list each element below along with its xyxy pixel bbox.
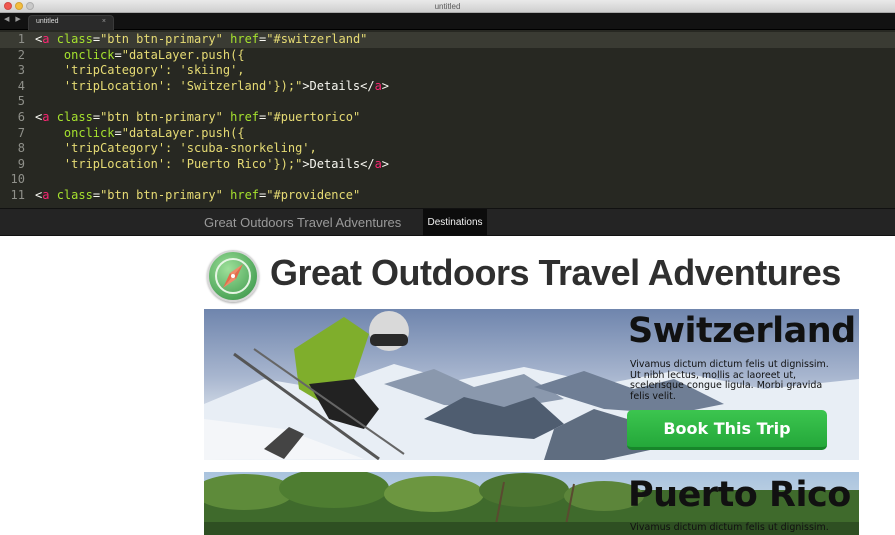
card-title-puerto-rico: Puerto Rico <box>628 475 851 515</box>
code-token: 'tripCategory': 'scuba-snorkeling', <box>35 141 317 156</box>
code-token: "dataLayer.push({ <box>121 47 245 62</box>
page-title: Great Outdoors Travel Adventures <box>270 252 841 293</box>
code-line[interactable]: 10 <box>0 172 895 188</box>
code-line[interactable]: 7 onclick="dataLayer.push({ <box>0 126 895 142</box>
site-navbar: Great Outdoors Travel Adventures Destina… <box>0 208 895 236</box>
code-text: <a class="btn btn-primary" href="#provid… <box>35 188 360 204</box>
line-number: 6 <box>17 110 25 124</box>
code-token: "#puertorico" <box>266 110 361 124</box>
code-token: class <box>56 188 93 202</box>
code-token: onclick <box>63 125 115 140</box>
code-token: = <box>114 125 122 140</box>
code-line[interactable]: 3 'tripCategory': 'skiing', <box>0 63 895 79</box>
code-token: a <box>374 156 382 171</box>
line-number: 5 <box>17 94 25 109</box>
line-number: 8 <box>17 141 25 156</box>
code-text: 'tripLocation': 'Switzerland'});">Detail… <box>35 79 389 95</box>
card-title-switzerland: Switzerland <box>628 311 856 351</box>
code-text: onclick="dataLayer.push({ <box>35 48 245 64</box>
code-token: = <box>92 188 101 202</box>
line-number: 2 <box>17 47 25 62</box>
code-text: 'tripLocation': 'Puerto Rico'});">Detail… <box>35 157 389 173</box>
line-number: 4 <box>17 78 25 93</box>
code-token: 'tripCategory': 'skiing', <box>35 63 245 78</box>
line-number: 11 <box>10 188 25 202</box>
line-number: 9 <box>17 156 25 171</box>
line-number: 3 <box>17 63 25 78</box>
tab-untitled[interactable]: untitled × <box>28 15 114 30</box>
navbar-brand[interactable]: Great Outdoors Travel Adventures <box>204 215 401 230</box>
code-text: <a class="btn btn-primary" href="#switze… <box>35 32 367 48</box>
book-trip-button[interactable]: Book This Trip <box>627 410 827 450</box>
code-line[interactable]: 9 'tripLocation': 'Puerto Rico'});">Deta… <box>0 157 895 173</box>
tab-navigation-arrows-icon[interactable]: ◀ ▶ <box>4 15 23 23</box>
code-text: onclick="dataLayer.push({ <box>35 126 245 142</box>
code-token: href <box>230 110 260 124</box>
code-token: href <box>230 188 260 202</box>
code-line[interactable]: 5 <box>0 94 895 110</box>
compass-icon <box>207 250 259 302</box>
destination-card-puerto-rico: Puerto Rico Vivamus dictum dictum felis … <box>204 472 859 535</box>
code-line[interactable]: 8 'tripCategory': 'scuba-snorkeling', <box>0 141 895 157</box>
code-editor[interactable]: 1 <a class="btn btn-primary" href="#switz… <box>0 30 895 208</box>
tab-close-icon[interactable]: × <box>102 18 106 25</box>
code-token: > <box>381 78 390 93</box>
code-token: 'tripLocation': 'Puerto Rico'});" <box>35 156 303 171</box>
code-token: "btn btn-primary" <box>100 32 223 46</box>
code-token: = <box>92 32 101 46</box>
code-token: "#providence" <box>266 188 361 202</box>
code-token: >Details</ <box>302 78 375 93</box>
code-text: 'tripCategory': 'scuba-snorkeling', <box>35 141 317 157</box>
tab-label: untitled <box>36 18 59 25</box>
code-text: 'tripCategory': 'skiing', <box>35 63 245 79</box>
window-title: untitled <box>434 2 461 11</box>
code-token: "dataLayer.push({ <box>121 125 245 140</box>
code-token: "#switzerland" <box>266 32 368 46</box>
code-token: > <box>381 156 390 171</box>
editor-tabbar: ◀ ▶ untitled × <box>0 13 895 30</box>
code-token: href <box>230 32 260 46</box>
code-token: "btn btn-primary" <box>100 188 223 202</box>
line-number: 7 <box>17 125 25 140</box>
code-line[interactable]: 2 onclick="dataLayer.push({ <box>0 48 895 64</box>
code-line[interactable]: 1 <a class="btn btn-primary" href="#switz… <box>0 32 895 48</box>
card-description-puerto-rico: Vivamus dictum dictum felis ut dignissim… <box>630 522 829 533</box>
code-token: = <box>114 47 122 62</box>
code-token: onclick <box>63 47 115 62</box>
code-token: >Details</ <box>302 156 375 171</box>
compass-logo-graphic <box>215 258 251 294</box>
window-titlebar: untitled <box>0 0 895 13</box>
code-token: "btn btn-primary" <box>100 110 223 124</box>
card-description-switzerland: Vivamus dictum dictum felis ut dignissim… <box>630 359 829 402</box>
code-token: = <box>92 110 101 124</box>
code-token: class <box>56 32 93 46</box>
code-line[interactable]: 4 'tripLocation': 'Switzerland'});">Deta… <box>0 79 895 95</box>
code-text: <a class="btn btn-primary" href="#puerto… <box>35 110 360 126</box>
line-number: 1 <box>17 32 25 46</box>
destination-card-switzerland: Switzerland Vivamus dictum dictum felis … <box>204 309 859 460</box>
code-token: 'tripLocation': 'Switzerland'});" <box>35 78 303 93</box>
code-line[interactable]: 11 <a class="btn btn-primary" href="#prov… <box>0 188 895 204</box>
nav-destinations[interactable]: Destinations <box>423 209 487 236</box>
line-number: 10 <box>10 172 25 187</box>
code-token: class <box>56 110 93 124</box>
code-token: a <box>374 78 382 93</box>
code-line[interactable]: 6 <a class="btn btn-primary" href="#puert… <box>0 110 895 126</box>
